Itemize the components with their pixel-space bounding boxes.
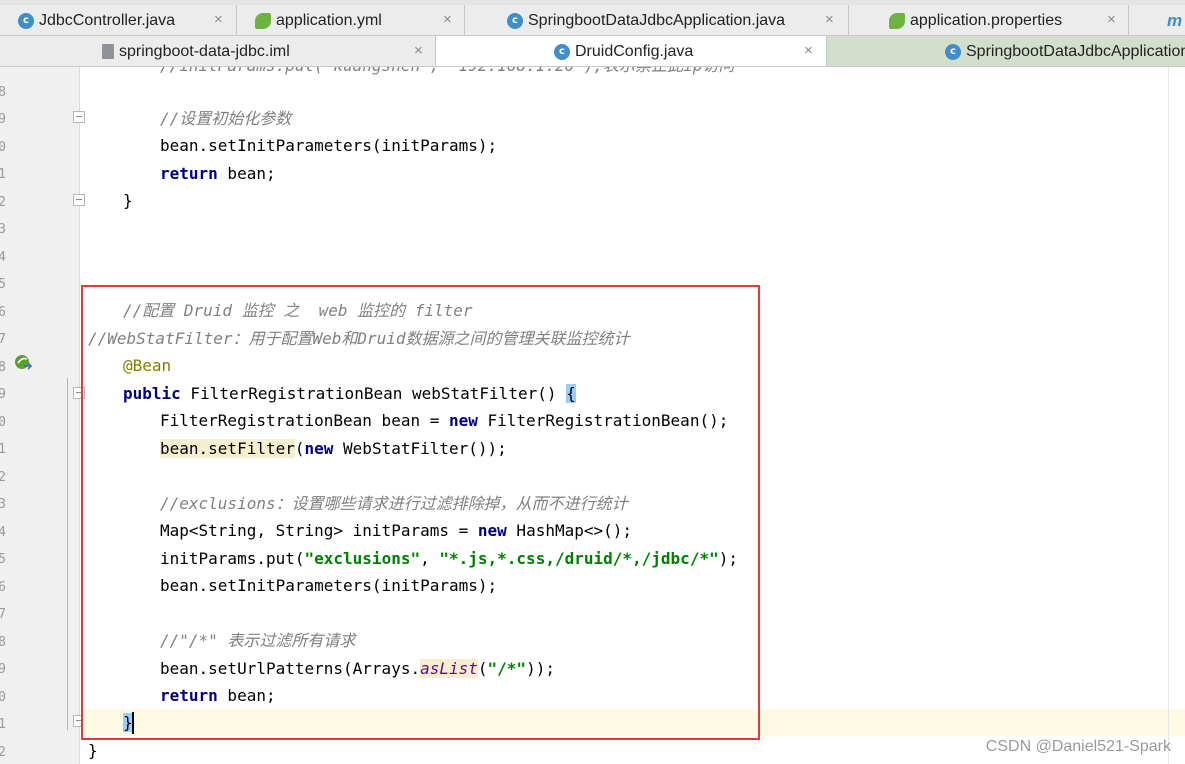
tab-druidconfig-active[interactable]: c DruidConfig.java ×: [436, 36, 827, 66]
line-number: 0: [0, 690, 6, 705]
code-text: bean;: [217, 164, 276, 183]
tab-springbootdatajdbcapplication[interactable]: c SpringbootDataJdbcApplication: [827, 36, 1185, 66]
line-number: 5: [0, 277, 6, 292]
tab-label: application.properties: [910, 11, 1063, 29]
tab-label: JdbcController.java: [39, 11, 176, 29]
tab-application-properties[interactable]: application.properties ×: [849, 5, 1129, 35]
tab-application-yml[interactable]: application.yml ×: [237, 5, 465, 35]
right-margin-guide: [1168, 67, 1169, 764]
line-number: 6: [0, 305, 6, 320]
tab-maven-pom[interactable]: m: [1129, 5, 1185, 35]
line-number: 7: [0, 607, 6, 622]
tab-label: springboot-data-jdbc.iml: [119, 42, 290, 60]
code-comment: //设置初始化参数: [160, 109, 292, 128]
maven-icon: m: [1167, 10, 1183, 30]
code-line: return bean;: [81, 160, 1185, 187]
file-icon: [102, 44, 114, 59]
close-icon[interactable]: ×: [804, 42, 813, 59]
class-icon: c: [507, 12, 523, 29]
line-number: 0: [0, 140, 6, 155]
class-icon: c: [18, 12, 34, 29]
line-number: 1: [0, 167, 6, 182]
tab-label: DruidConfig.java: [575, 42, 694, 60]
close-icon[interactable]: ×: [443, 11, 452, 28]
line-number-gutter[interactable]: 8 9 0 1 2 3 4 5 6 7 8 9 0 1 2 3 4 5 6 7 …: [0, 67, 80, 764]
code-text: }: [88, 741, 98, 760]
code-line: //initParams.put("kuangshen", "192.168.1…: [81, 67, 1185, 79]
code-line: bean.setInitParameters(initParams);: [81, 132, 1185, 159]
line-number: 0: [0, 415, 6, 430]
code-text: bean.setInitParameters(initParams);: [160, 136, 498, 155]
tab-label: application.yml: [276, 11, 382, 29]
spring-bean-gutter-icon[interactable]: [14, 354, 32, 372]
close-icon[interactable]: ×: [214, 11, 223, 28]
code-keyword: return: [160, 164, 218, 183]
editor-tab-row-1: c JdbcController.java × application.yml …: [0, 5, 1185, 36]
code-comment: //initParams.put("kuangshen", "192.168.1…: [81, 67, 734, 75]
tab-springbootdatajdbcapplication-java[interactable]: c SpringbootDataJdbcApplication.java ×: [465, 5, 849, 35]
line-number: 6: [0, 580, 6, 595]
line-number: 9: [0, 387, 6, 402]
line-number: 4: [0, 525, 6, 540]
tab-label: SpringbootDataJdbcApplication: [966, 42, 1185, 60]
spring-config-icon: [255, 12, 271, 29]
line-number: 1: [0, 442, 6, 457]
class-icon: c: [945, 43, 961, 60]
tab-iml[interactable]: springboot-data-jdbc.iml ×: [0, 36, 436, 66]
editor-tab-row-2: springboot-data-jdbc.iml × c DruidConfig…: [0, 36, 1185, 67]
line-number: 2: [0, 745, 6, 760]
code-line: //设置初始化参数: [81, 105, 1185, 132]
close-icon[interactable]: ×: [825, 11, 834, 28]
spring-config-icon: [889, 12, 905, 29]
line-number: 4: [0, 250, 6, 265]
line-number: 2: [0, 195, 6, 210]
line-number: 2: [0, 470, 6, 485]
line-number: 5: [0, 552, 6, 567]
scope-guide: [67, 378, 68, 730]
red-annotation-box: [81, 285, 760, 740]
tab-jdbccontroller[interactable]: c JdbcController.java ×: [0, 5, 237, 35]
line-number: 8: [0, 635, 6, 650]
line-number: 9: [0, 112, 6, 127]
line-number: 3: [0, 497, 6, 512]
close-icon[interactable]: ×: [1107, 11, 1116, 28]
line-number: 3: [0, 222, 6, 237]
line-number: 9: [0, 662, 6, 677]
line-number: 8: [0, 85, 6, 100]
line-number: 7: [0, 332, 6, 347]
close-icon[interactable]: ×: [414, 42, 423, 59]
class-icon: c: [554, 43, 570, 60]
code-line: }: [81, 187, 1185, 214]
tab-label: SpringbootDataJdbcApplication.java: [528, 11, 786, 29]
watermark: CSDN @Daniel521-Spark: [985, 738, 1171, 755]
line-number: 8: [0, 360, 6, 375]
code-text: }: [123, 191, 133, 210]
line-number: 1: [0, 717, 6, 732]
